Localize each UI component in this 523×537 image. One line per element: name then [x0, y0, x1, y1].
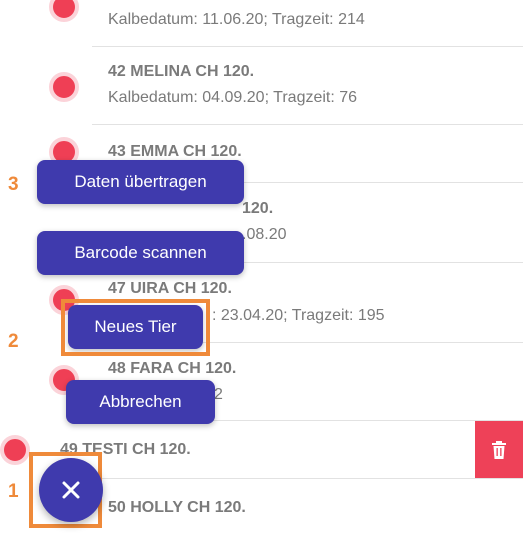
list-item-title: 42 MELINA CH 120.: [108, 63, 255, 80]
list-item-title: 50 HOLLY CH 120.: [108, 499, 246, 516]
trash-icon: [492, 441, 506, 459]
status-dot: [49, 0, 79, 22]
list-item-title: 47 UIRA CH 120.: [108, 280, 232, 297]
list-item-subtitle: .08.20: [242, 226, 287, 243]
step-label-1: 1: [8, 481, 19, 502]
transfer-data-button[interactable]: Daten übertragen: [37, 160, 244, 204]
list-item[interactable]: 42 MELINA CH 120. Kalbedatum: 04.09.20; …: [0, 47, 523, 125]
highlight-new-animal: [61, 299, 210, 356]
close-icon: [62, 481, 80, 499]
scan-barcode-button[interactable]: Barcode scannen: [37, 231, 244, 275]
fab-close-button[interactable]: [39, 458, 103, 522]
list-item-subtitle: : 23.04.20; Tragzeit: 195: [212, 307, 385, 324]
list-item-subtitle: Kalbedatum: 04.09.20; Tragzeit: 76: [108, 89, 358, 106]
step-label-3: 3: [8, 174, 19, 195]
list-item-subtitle: 2: [214, 386, 223, 403]
cancel-button[interactable]: Abbrechen: [66, 380, 215, 424]
status-dot: [49, 72, 79, 102]
list-item-title: 120.: [242, 200, 274, 217]
status-dot: [0, 435, 30, 465]
step-label-2: 2: [8, 331, 19, 352]
list-item-title: 43 EMMA CH 120.: [108, 143, 242, 160]
list-item-title: 48 FARA CH 120.: [108, 360, 237, 377]
delete-button[interactable]: [475, 421, 523, 479]
list-item[interactable]: Kalbedatum: 11.06.20; Tragzeit: 214: [0, 0, 523, 47]
list-item-subtitle: Kalbedatum: 11.06.20; Tragzeit: 214: [108, 11, 365, 28]
